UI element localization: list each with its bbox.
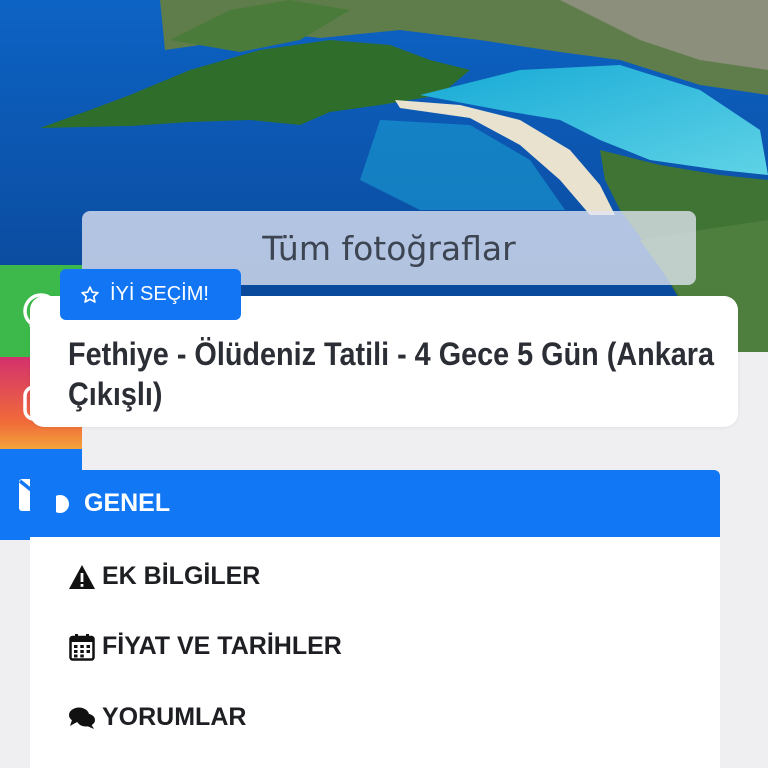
comments-icon [68, 704, 96, 732]
tab-list: EK BİLGİLER FİYAT VE TARİHLER YORUMLAR [30, 537, 720, 768]
info-circle-icon [56, 494, 69, 513]
tab-ek-bilgiler-label: EK BİLGİLER [102, 562, 261, 590]
tab-yorumlar-label: YORUMLAR [102, 703, 247, 731]
star-outline-icon [81, 285, 99, 303]
good-choice-badge: İYİ SEÇİM! [60, 269, 241, 320]
tab-fiyat-ve-tarihler[interactable]: FİYAT VE TARİHLER [68, 632, 342, 661]
tab-fiyat-ve-tarihler-label: FİYAT VE TARİHLER [102, 632, 342, 660]
badge-label: İYİ SEÇİM! [110, 283, 209, 305]
tab-ek-bilgiler[interactable]: EK BİLGİLER [68, 562, 260, 591]
page-title: Fethiye - Ölüdeniz Tatili - 4 Gece 5 Gün… [68, 336, 715, 412]
tab-genel-label: GENEL [84, 489, 171, 517]
tab-genel[interactable]: GENEL [30, 470, 720, 537]
warning-icon [68, 563, 96, 591]
tab-yorumlar[interactable]: YORUMLAR [68, 703, 246, 732]
calendar-icon [68, 633, 96, 661]
